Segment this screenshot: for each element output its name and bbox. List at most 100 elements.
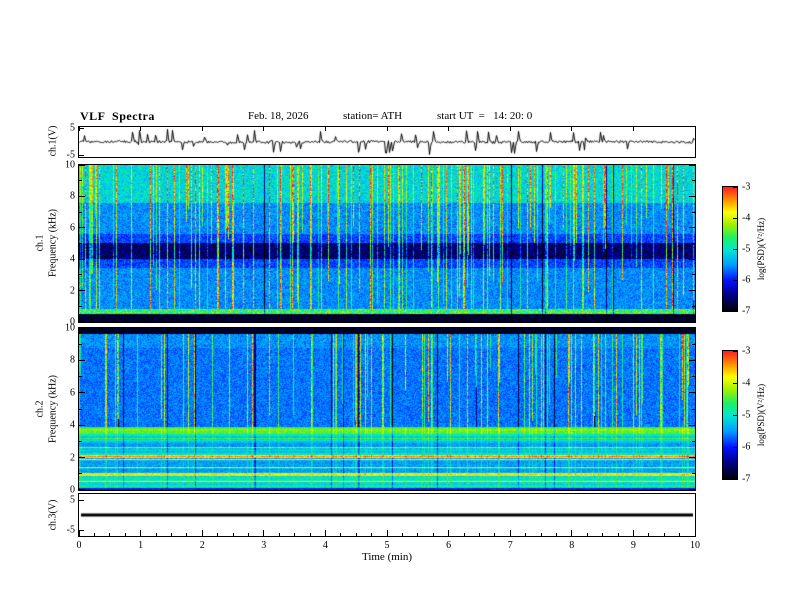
tick-mark <box>432 533 434 536</box>
tick-mark <box>201 127 203 131</box>
tick-mark <box>79 457 85 459</box>
tick-mark <box>692 180 695 182</box>
x-tick-label: 2 <box>199 540 205 551</box>
y-tick-label: 10 <box>65 322 75 334</box>
tick-mark <box>648 533 650 536</box>
colorbar-tick-label: -6 <box>742 274 751 286</box>
tick-mark <box>692 343 695 345</box>
tick-mark <box>679 533 681 536</box>
tick-mark <box>324 530 326 536</box>
tick-mark <box>309 533 311 536</box>
tick-mark <box>689 165 695 166</box>
tick-mark <box>217 533 219 536</box>
ch1-waveform-canvas <box>79 127 695 157</box>
ch2-frequency-axis-label: Frequency (kHz) <box>47 374 59 444</box>
tick-mark <box>525 533 527 536</box>
tick-mark <box>186 533 188 536</box>
vlf-spectra-figure: VLF Spectra Feb. 18, 2026 station= ATH s… <box>0 0 792 612</box>
tick-mark <box>79 424 85 426</box>
tick-mark <box>694 530 696 536</box>
tick-mark <box>79 227 85 229</box>
tick-mark <box>509 127 511 131</box>
tick-mark <box>571 127 573 131</box>
tick-mark <box>140 127 142 131</box>
tick-mark <box>448 127 450 131</box>
colorbar-tick-label: -3 <box>742 345 751 357</box>
tick-mark <box>78 127 80 131</box>
tick-mark <box>79 243 82 244</box>
tick-mark <box>79 343 82 345</box>
tick-mark <box>355 533 357 536</box>
y-tick-label: -5 <box>66 149 75 161</box>
tick-mark <box>79 321 85 322</box>
tick-mark <box>463 533 465 536</box>
ch1-frequency-axis-label: Frequency (kHz) <box>47 208 59 278</box>
figure-title: VLF Spectra <box>80 109 155 123</box>
tick-mark <box>733 248 737 250</box>
y-tick-label: 2 <box>70 452 75 464</box>
tick-mark <box>692 211 695 213</box>
tick-mark <box>448 530 450 536</box>
ch1-spectrogram-panel <box>78 164 696 323</box>
tick-mark <box>340 533 342 536</box>
y-tick-label: 6 <box>70 222 75 234</box>
tick-mark <box>733 310 737 311</box>
tick-mark <box>733 414 737 416</box>
colorbar-tick-label: -4 <box>742 212 751 224</box>
tick-mark <box>109 533 111 536</box>
tick-mark <box>617 533 619 536</box>
tick-mark <box>689 392 695 394</box>
tick-mark <box>632 127 634 131</box>
tick-mark <box>79 473 82 475</box>
tick-mark <box>689 195 695 197</box>
y-tick-label: 8 <box>70 354 75 366</box>
tick-mark <box>689 457 695 459</box>
tick-mark <box>124 533 126 536</box>
tick-mark <box>79 359 85 361</box>
ch1-spectrogram-canvas <box>79 165 695 322</box>
x-tick-label: 7 <box>507 540 513 551</box>
tick-mark <box>692 440 695 442</box>
tick-mark <box>555 533 557 536</box>
tick-mark <box>478 533 480 536</box>
tick-mark <box>140 530 142 536</box>
tick-mark <box>689 321 695 322</box>
tick-mark <box>79 290 85 292</box>
tick-mark <box>733 446 737 448</box>
tick-mark <box>571 530 573 536</box>
tick-mark <box>79 305 82 307</box>
colorbar-tick-label: -5 <box>742 243 751 255</box>
tick-mark <box>733 187 737 188</box>
tick-mark <box>540 533 542 536</box>
tick-mark <box>79 328 85 329</box>
tick-mark <box>79 274 82 276</box>
colorbar-tick-label: -7 <box>742 305 751 317</box>
ch1-channel-axis-label: ch.1 <box>34 234 46 252</box>
tick-mark <box>294 533 296 536</box>
colorbar-tick-label: -5 <box>742 409 751 421</box>
colorbar-tick-label: -4 <box>742 377 751 389</box>
colorbar-ch1-label: log(PSD)(V²/Hz) <box>756 217 766 281</box>
tick-mark <box>733 217 737 219</box>
tick-mark <box>324 127 326 131</box>
x-tick-label: 8 <box>569 540 575 551</box>
station-label: station= ATH <box>343 110 403 122</box>
tick-mark <box>79 408 82 410</box>
tick-mark <box>79 529 84 531</box>
colorbar-tick-label: -7 <box>742 473 751 485</box>
colorbar-tick-label: -6 <box>742 441 751 453</box>
x-tick-label: 5 <box>384 540 390 551</box>
y-tick-label: 10 <box>65 159 75 171</box>
tick-mark <box>689 227 695 229</box>
tick-mark <box>602 533 604 536</box>
y-tick-label: 6 <box>70 387 75 399</box>
ch1-voltage-axis-label: ch.1(V) <box>47 125 59 157</box>
tick-mark <box>79 392 85 394</box>
tick-mark <box>79 440 82 442</box>
date-label: Feb. 18, 2026 <box>248 110 309 122</box>
tick-mark <box>692 376 695 378</box>
tick-mark <box>79 180 82 182</box>
x-tick-label: 0 <box>76 540 82 551</box>
tick-mark <box>689 328 695 329</box>
y-tick-label: -5 <box>66 524 75 536</box>
